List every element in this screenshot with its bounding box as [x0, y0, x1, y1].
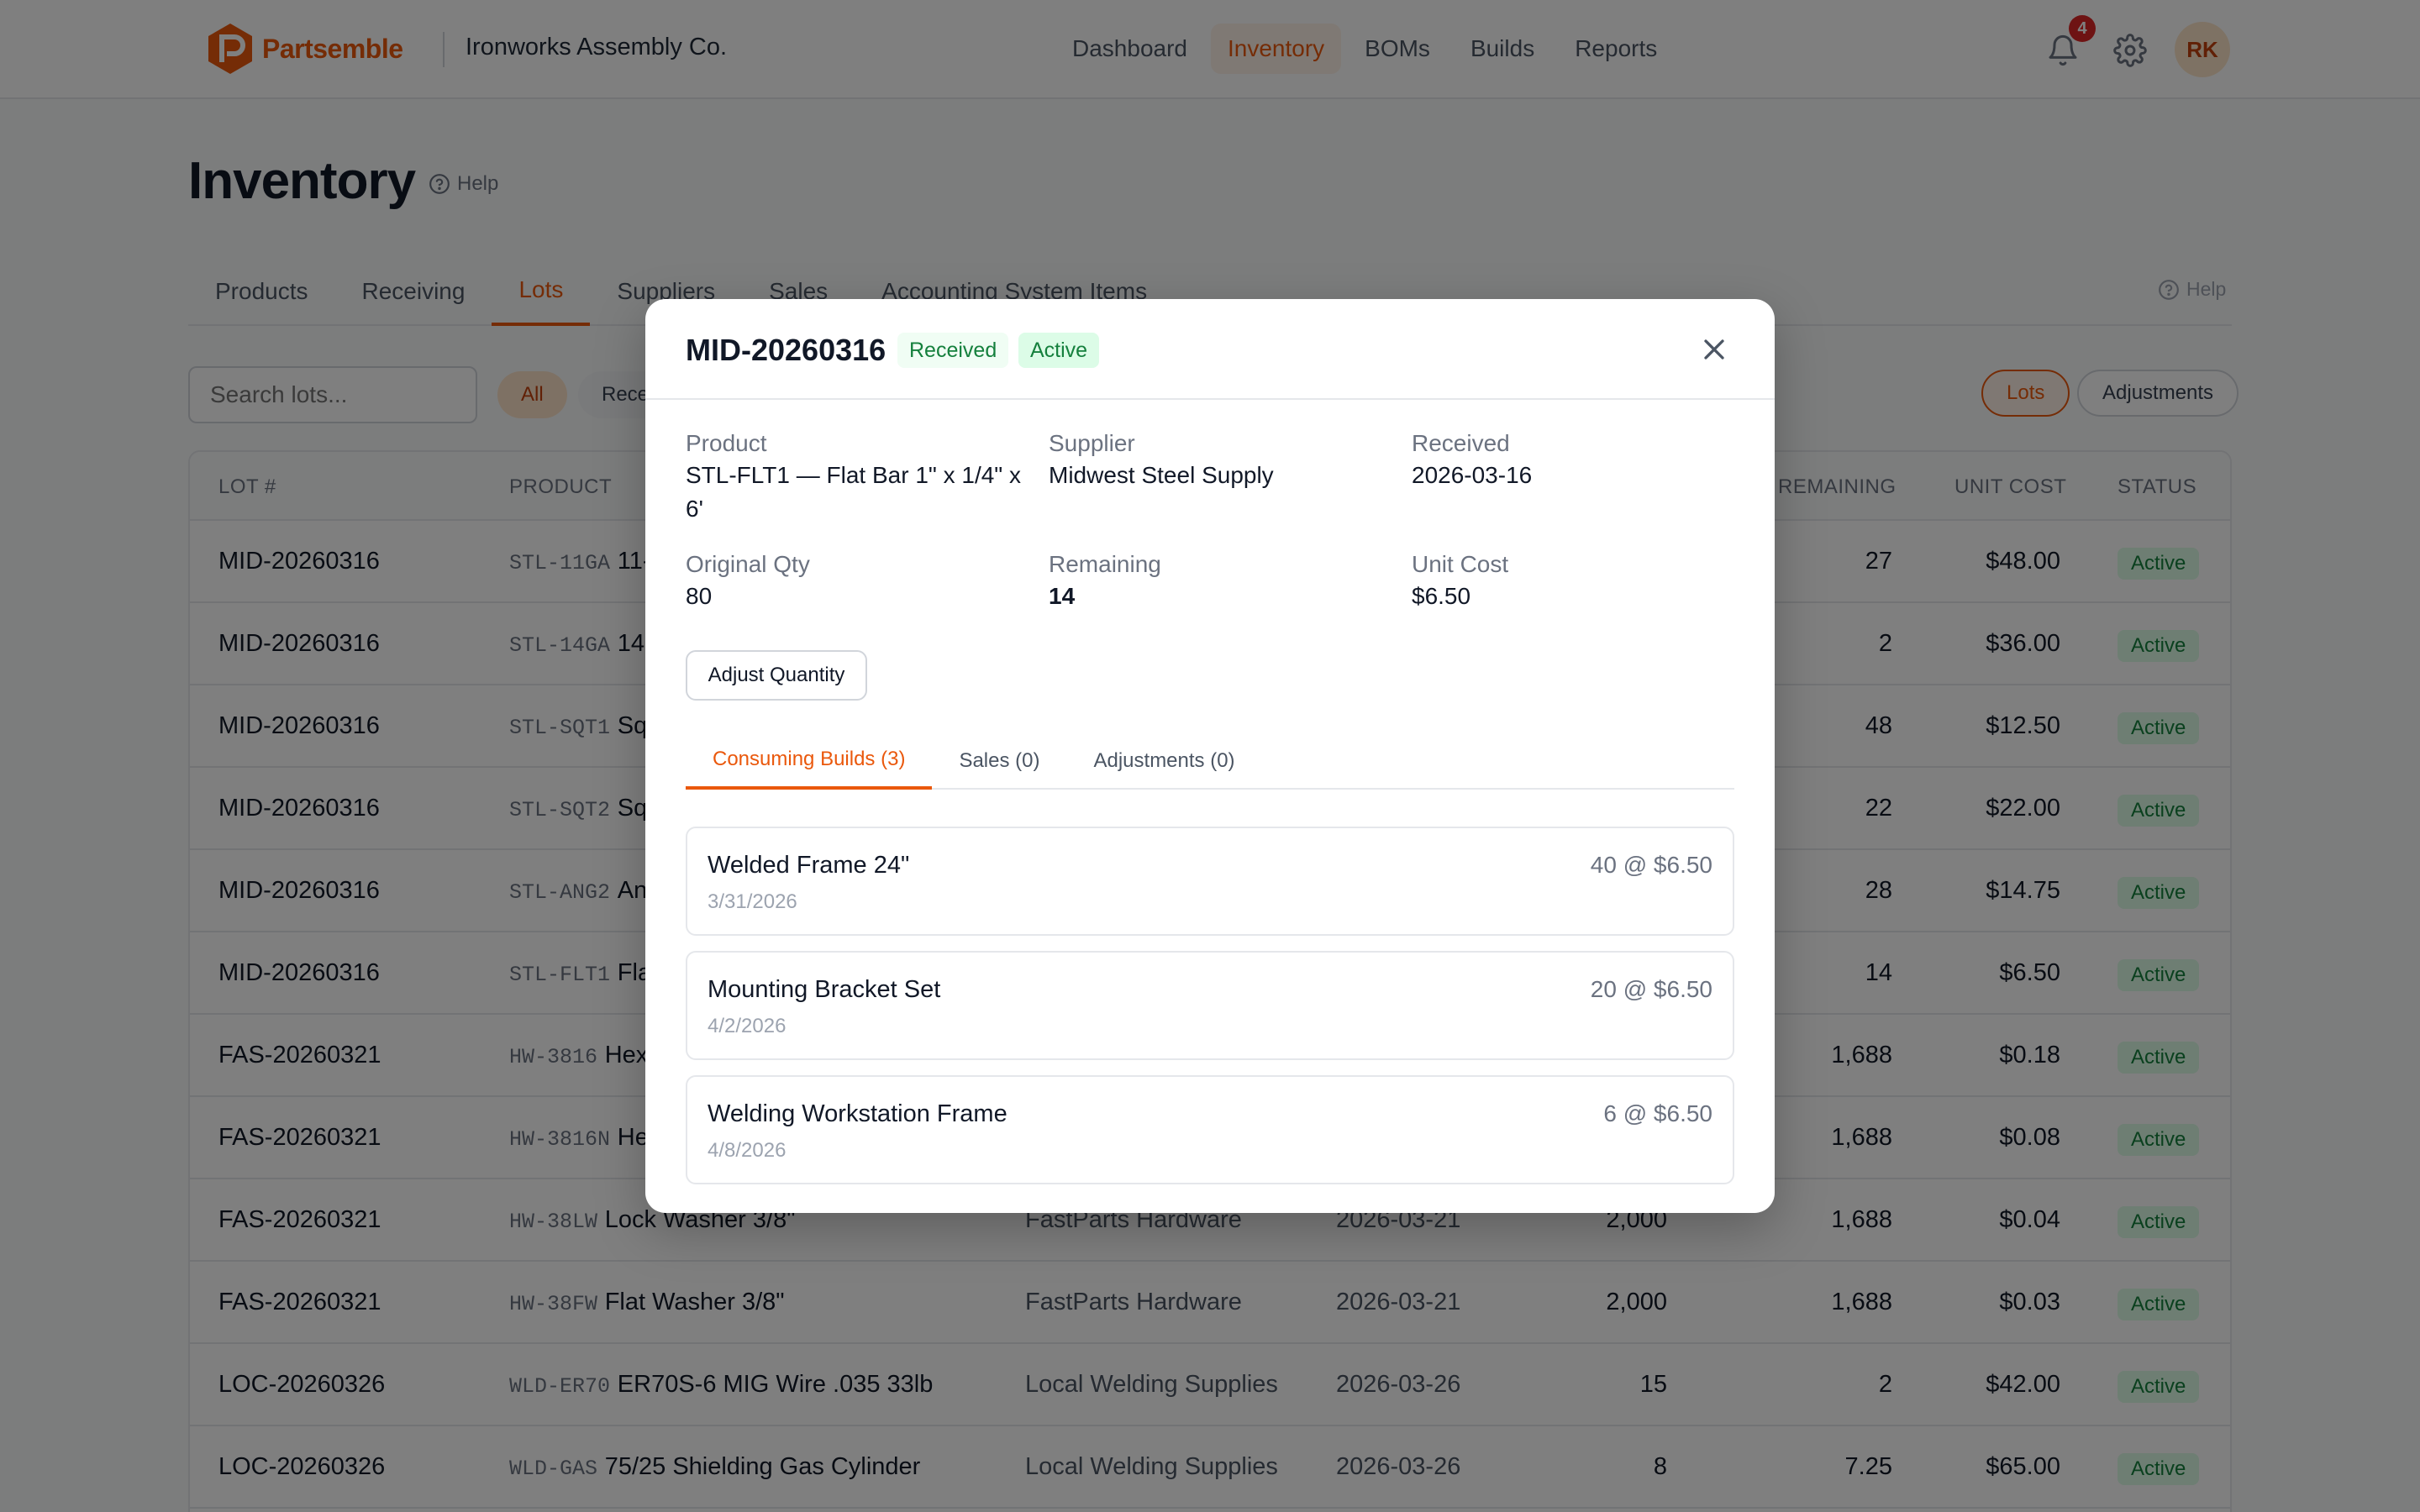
close-modal-button[interactable] [1697, 333, 1731, 366]
received-label: Received [1412, 430, 1510, 456]
product-label: Product [686, 430, 767, 456]
supplier-value: Midwest Steel Supply [1049, 462, 1274, 488]
received-value: 2026-03-16 [1412, 462, 1533, 488]
remaining-label: Remaining [1049, 551, 1161, 577]
build-date: 3/31/2026 [708, 890, 797, 913]
tab-sales[interactable]: Sales (0) [932, 732, 1066, 790]
modal-title: MID-20260316 [686, 333, 886, 367]
original-qty-value: 80 [686, 583, 713, 609]
unit-cost-value: $6.50 [1412, 583, 1471, 609]
tab-consuming-builds[interactable]: Consuming Builds (3) [686, 732, 933, 790]
received-badge: Received [897, 333, 1009, 368]
close-icon [1704, 339, 1724, 360]
lot-detail-modal: MID-20260316 Received Active Product STL… [645, 299, 1775, 1213]
modal-header: MID-20260316 Received Active [645, 299, 1775, 400]
build-name: Welding Workstation Frame [708, 1100, 1007, 1127]
adjust-quantity-button[interactable]: Adjust Quantity [686, 650, 867, 701]
build-list-item[interactable]: Welded Frame 24" 3/31/2026 40 @ $6.50 [686, 827, 1734, 936]
build-quantity: 6 @ $6.50 [1603, 1100, 1712, 1126]
active-badge: Active [1018, 333, 1100, 368]
product-value: STL-FLT1 — Flat Bar 1" x 1/4" x 6' [686, 462, 1022, 522]
supplier-label: Supplier [1049, 430, 1135, 456]
build-list-item[interactable]: Mounting Bracket Set 4/2/2026 20 @ $6.50 [686, 951, 1734, 1060]
build-quantity: 40 @ $6.50 [1590, 852, 1712, 878]
build-date: 4/8/2026 [708, 1139, 786, 1162]
build-name: Mounting Bracket Set [708, 976, 941, 1003]
tab-adjustments[interactable]: Adjustments (0) [1066, 732, 1261, 790]
remaining-value: 14 [1049, 583, 1076, 609]
build-date: 4/2/2026 [708, 1015, 786, 1037]
build-quantity: 20 @ $6.50 [1590, 976, 1712, 1002]
original-qty-label: Original Qty [686, 551, 810, 577]
build-name: Welded Frame 24" [708, 852, 910, 879]
build-list-item[interactable]: Welding Workstation Frame 4/8/2026 6 @ $… [686, 1075, 1734, 1184]
unit-cost-label: Unit Cost [1412, 551, 1509, 577]
modal-tabs: Consuming Builds (3) Sales (0) Adjustmen… [686, 732, 1734, 790]
